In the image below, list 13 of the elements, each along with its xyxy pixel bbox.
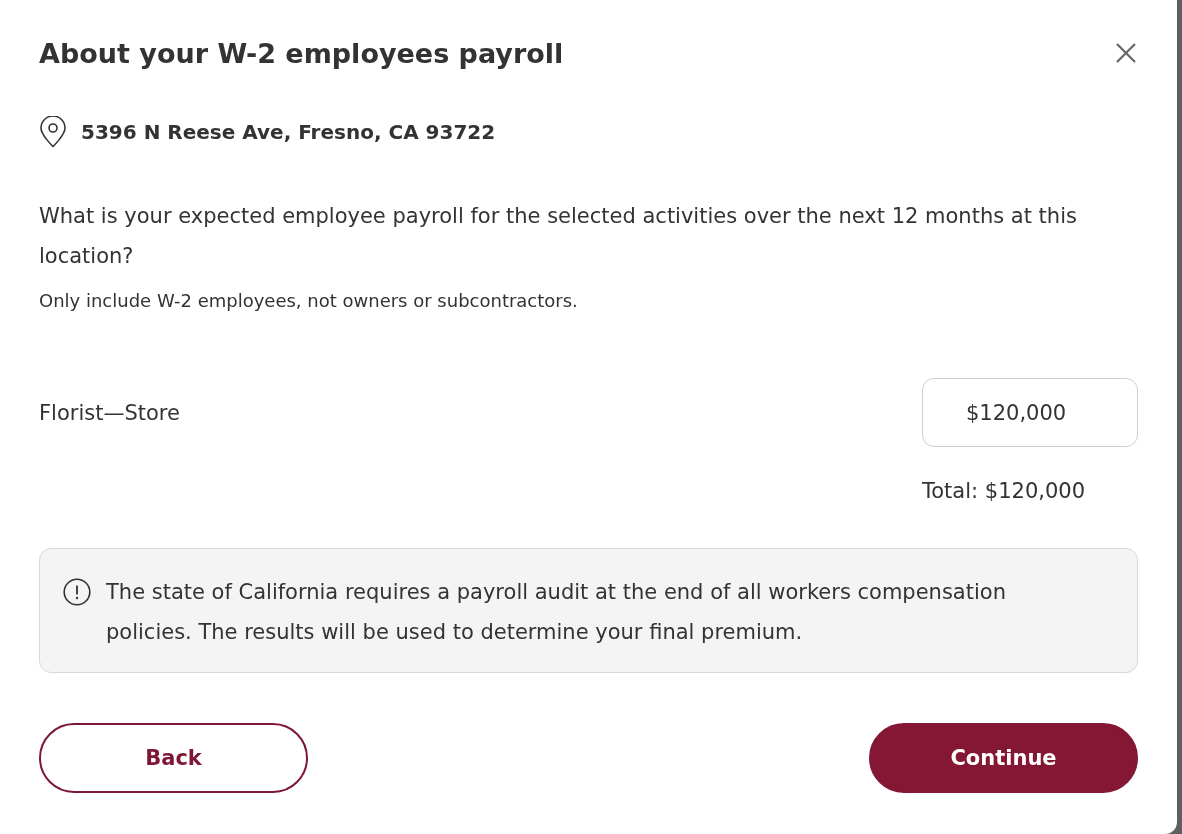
close-icon [1116,43,1136,63]
location-address: 5396 N Reese Ave, Fresno, CA 93722 [81,120,496,144]
payroll-total: Total: $120,000 [922,479,1086,503]
activity-label: Florist—Store [39,400,180,425]
dialog-title: About your W-2 employees payroll [39,37,564,69]
payroll-audit-notice: The state of California requires a payroll audit at the end of all workers compensation policies. The results will be used to determine your final premium. [106,579,1007,646]
continue-button[interactable]: Continue [869,723,1138,793]
info-icon [63,578,91,606]
payroll-input-field[interactable]: $120,000 [922,378,1138,447]
location-pin-icon [39,116,67,148]
payroll-question: What is your expected employee payroll for the selected activities over the next 12 months at this location? [39,203,1078,270]
back-button[interactable]: Back [39,723,308,793]
payroll-hint: Only include W-2 employees, not owners or subcontractors. [39,289,579,313]
